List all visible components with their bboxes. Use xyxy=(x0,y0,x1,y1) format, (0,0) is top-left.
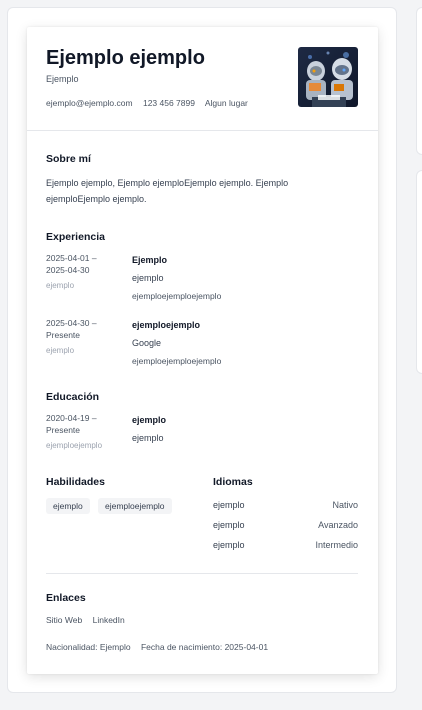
education-heading: Educación xyxy=(46,391,100,403)
language-name: ejemplo xyxy=(213,500,245,510)
resume-document: Ejemplo ejemplo Ejemplo ejemplo@ejemplo.… xyxy=(27,27,378,674)
experience-description: ejemploejemploejemplo xyxy=(132,291,222,301)
experience-company: ejemplo xyxy=(132,273,164,283)
language-level: Avanzado xyxy=(318,520,358,530)
phone-text: 123 456 7899 xyxy=(142,98,195,108)
nationality-text: Nacionalidad: Ejemplo xyxy=(46,642,131,652)
personal-details: Nacionalidad: Ejemplo Fecha de nacimient… xyxy=(46,642,276,652)
location-text: Algun lugar xyxy=(204,98,248,108)
skill-tag: ejemplo xyxy=(46,498,90,514)
linkedin-link[interactable]: LinkedIn xyxy=(93,615,125,625)
experience-date-start: 2025-04-30 – xyxy=(46,318,97,328)
experience-date-end: 2025-04-30 xyxy=(46,265,90,275)
education-date-end: Presente xyxy=(46,425,81,435)
skill-tag: ejemploejemplo xyxy=(98,498,172,514)
languages-heading: Idiomas xyxy=(213,476,253,488)
about-text: Ejemplo ejemplo, Ejemplo ejemploEjemplo … xyxy=(46,178,289,204)
side-card-bottom xyxy=(416,170,422,374)
experience-location: ejemplo xyxy=(46,281,75,290)
resume-header: Ejemplo ejemplo Ejemplo ejemplo@ejemplo.… xyxy=(27,27,378,131)
language-level: Nativo xyxy=(332,500,358,510)
experience-position: Ejemplo xyxy=(132,255,168,265)
language-level: Intermedio xyxy=(315,540,358,550)
website-link[interactable]: Sitio Web xyxy=(46,615,82,625)
education-degree: ejemplo xyxy=(132,415,167,425)
experience-position: ejemploejemplo xyxy=(132,320,201,330)
language-name: ejemplo xyxy=(213,520,245,530)
education-date-start: 2020-04-19 – xyxy=(46,413,97,423)
skills-heading: Habilidades xyxy=(46,476,105,488)
experience-company: Google xyxy=(132,338,162,348)
experience-heading: Experiencia xyxy=(46,231,105,243)
email-text: ejemplo@ejemplo.com xyxy=(46,98,133,108)
about-heading: Sobre mí xyxy=(46,153,91,165)
side-card-top xyxy=(416,7,422,155)
experience-date-start: 2025-04-01 – xyxy=(46,253,97,263)
profile-photo xyxy=(298,47,358,107)
birthdate-text: Fecha de nacimiento: 2025-04-01 xyxy=(140,642,269,652)
contact-info: ejemplo@ejemplo.com 123 456 7899 Algun l… xyxy=(46,98,256,108)
language-name: ejemplo xyxy=(213,540,245,550)
experience-date-end: Presente xyxy=(46,330,81,340)
person-role: Ejemplo xyxy=(46,74,79,84)
section-divider xyxy=(46,573,358,574)
experience-description: ejemploejemploejemplo xyxy=(132,356,222,366)
experience-location: ejemplo xyxy=(46,346,75,355)
links-heading: Enlaces xyxy=(46,592,86,604)
person-name: Ejemplo ejemplo xyxy=(46,47,205,69)
links-list: Sitio Web LinkedIn xyxy=(46,615,133,625)
education-school: ejemplo xyxy=(132,433,164,443)
education-location: ejemploejemplo xyxy=(46,441,103,450)
